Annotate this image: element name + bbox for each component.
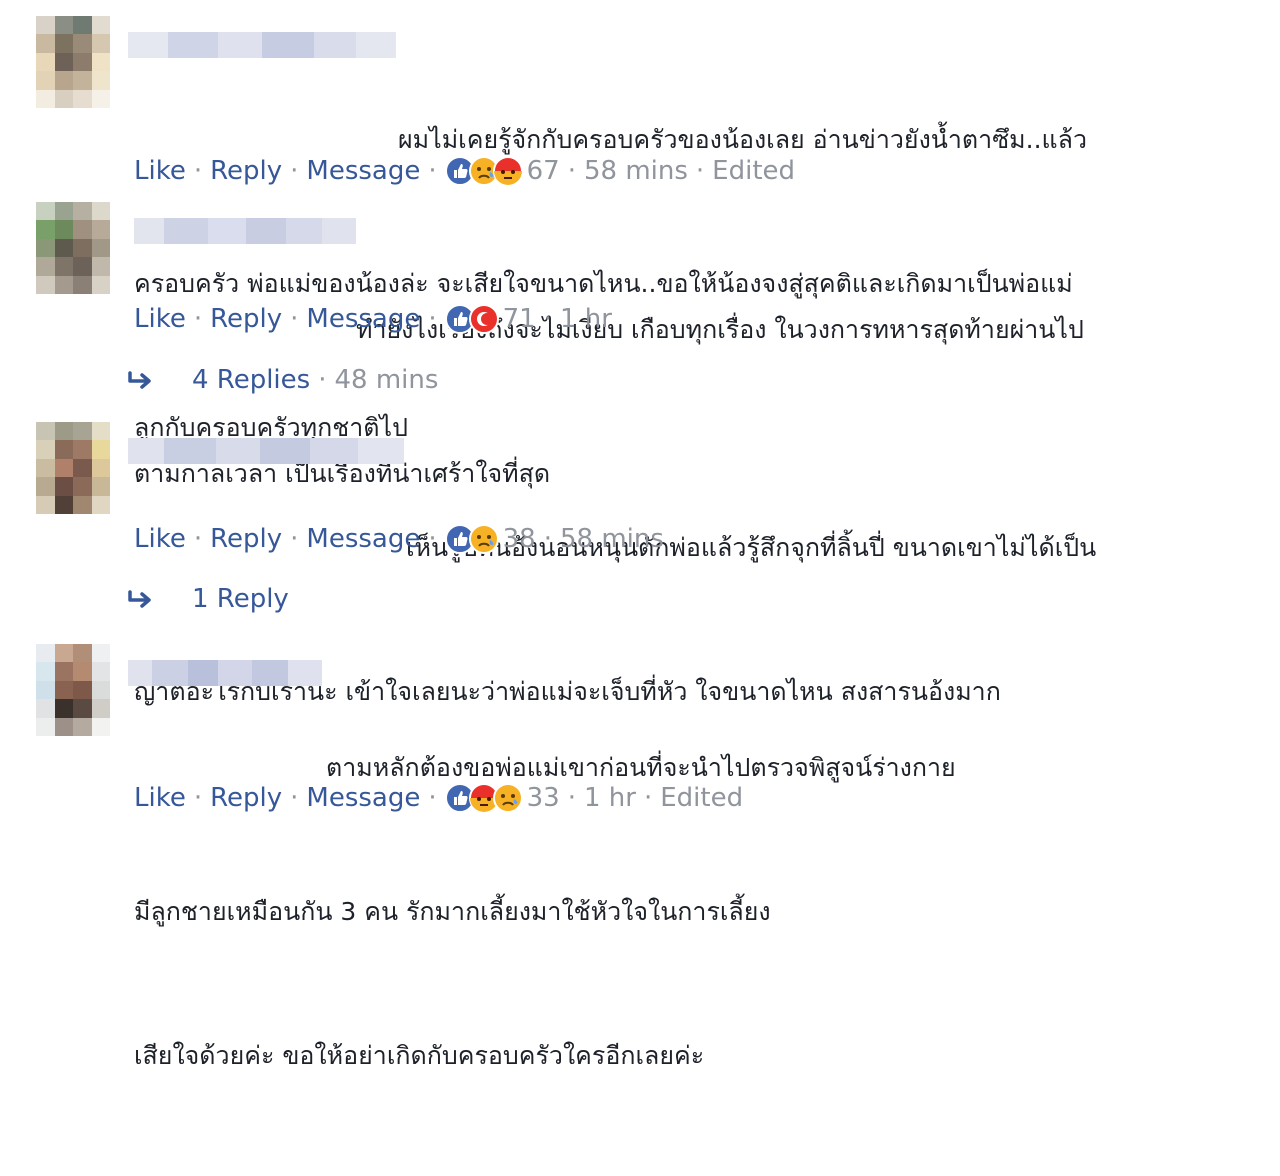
- separator: ·: [290, 156, 299, 186]
- comment-actions: Like · Reply · Message · 33 · 1 hr · Edi…: [134, 780, 743, 816]
- timestamp[interactable]: 58 mins: [560, 524, 664, 554]
- comment-text: ตามหลักต้องขอพ่อแม่เขาก่อนที่จะนำไปตรวจพ…: [134, 648, 956, 1176]
- angry-icon: [492, 156, 523, 186]
- comment-actions: Like · Reply · Message · 71 · 1 hr: [134, 301, 612, 337]
- edited-label[interactable]: Edited: [660, 783, 743, 813]
- message-button[interactable]: Message: [306, 156, 420, 186]
- like-button[interactable]: Like: [134, 524, 186, 554]
- timestamp[interactable]: 1 hr: [584, 783, 636, 813]
- reaction-count[interactable]: 67: [527, 156, 560, 186]
- reaction-count[interactable]: 71: [503, 304, 536, 334]
- replies-time: 48 mins: [334, 365, 439, 395]
- separator: ·: [193, 783, 203, 813]
- avatar[interactable]: [36, 422, 110, 514]
- separator: ·: [695, 156, 705, 186]
- separator: ·: [643, 783, 653, 813]
- sad-icon: [468, 524, 499, 554]
- separator: ·: [428, 783, 437, 813]
- separator: ·: [318, 365, 327, 395]
- replies-count[interactable]: 4 Replies: [192, 365, 310, 395]
- like-button[interactable]: Like: [134, 783, 186, 813]
- separator: ·: [193, 304, 203, 334]
- separator: ·: [290, 304, 299, 334]
- reply-button[interactable]: Reply: [210, 783, 282, 813]
- reactions[interactable]: [444, 783, 523, 813]
- separator: ·: [567, 783, 576, 813]
- sad-icon: [492, 783, 523, 813]
- avatar[interactable]: [36, 644, 110, 736]
- reactions[interactable]: [444, 304, 499, 334]
- reply-arrow-icon: [128, 588, 156, 610]
- separator: ·: [193, 156, 203, 186]
- avatar[interactable]: [36, 202, 110, 294]
- message-button[interactable]: Message: [306, 783, 420, 813]
- reply-button[interactable]: Reply: [210, 524, 282, 554]
- comment-line: เสียใจด้วยค่ะ ขอให้อย่าเกิดกับครอบครัวใค…: [134, 1041, 705, 1070]
- reactions[interactable]: [444, 156, 523, 186]
- reply-button[interactable]: Reply: [210, 156, 282, 186]
- separator: ·: [543, 304, 552, 334]
- replies-count[interactable]: 1 Reply: [192, 584, 289, 614]
- reactions[interactable]: [444, 524, 499, 554]
- message-button[interactable]: Message: [306, 524, 420, 554]
- separator: ·: [428, 156, 437, 186]
- reaction-count[interactable]: 33: [527, 783, 560, 813]
- comment-line: มีลูกชายเหมือนกัน 3 คน รักมากเลี้ยงมาใช้…: [134, 897, 771, 926]
- avatar[interactable]: [36, 16, 110, 108]
- comment-actions: Like · Reply · Message · 38 · 58 mins: [134, 521, 664, 557]
- timestamp[interactable]: 58 mins: [584, 156, 688, 186]
- separator: ·: [567, 156, 576, 186]
- separator: ·: [290, 524, 299, 554]
- edited-label[interactable]: Edited: [712, 156, 795, 186]
- reply-arrow-icon: [128, 369, 156, 391]
- reaction-count[interactable]: 38: [503, 524, 536, 554]
- like-button[interactable]: Like: [134, 304, 186, 334]
- separator: ·: [290, 783, 299, 813]
- view-replies-link[interactable]: 4 Replies · 48 mins: [128, 362, 438, 398]
- reply-button[interactable]: Reply: [210, 304, 282, 334]
- separator: ·: [543, 524, 552, 554]
- message-button[interactable]: Message: [306, 304, 420, 334]
- comment-actions: Like · Reply · Message · 67 · 58 mins · …: [134, 153, 795, 189]
- timestamp[interactable]: 1 hr: [560, 304, 612, 334]
- view-replies-link[interactable]: 1 Reply: [128, 581, 289, 617]
- separator: ·: [428, 524, 437, 554]
- separator: ·: [193, 524, 203, 554]
- like-button[interactable]: Like: [134, 156, 186, 186]
- separator: ·: [428, 304, 437, 334]
- angry-icon: [468, 304, 499, 334]
